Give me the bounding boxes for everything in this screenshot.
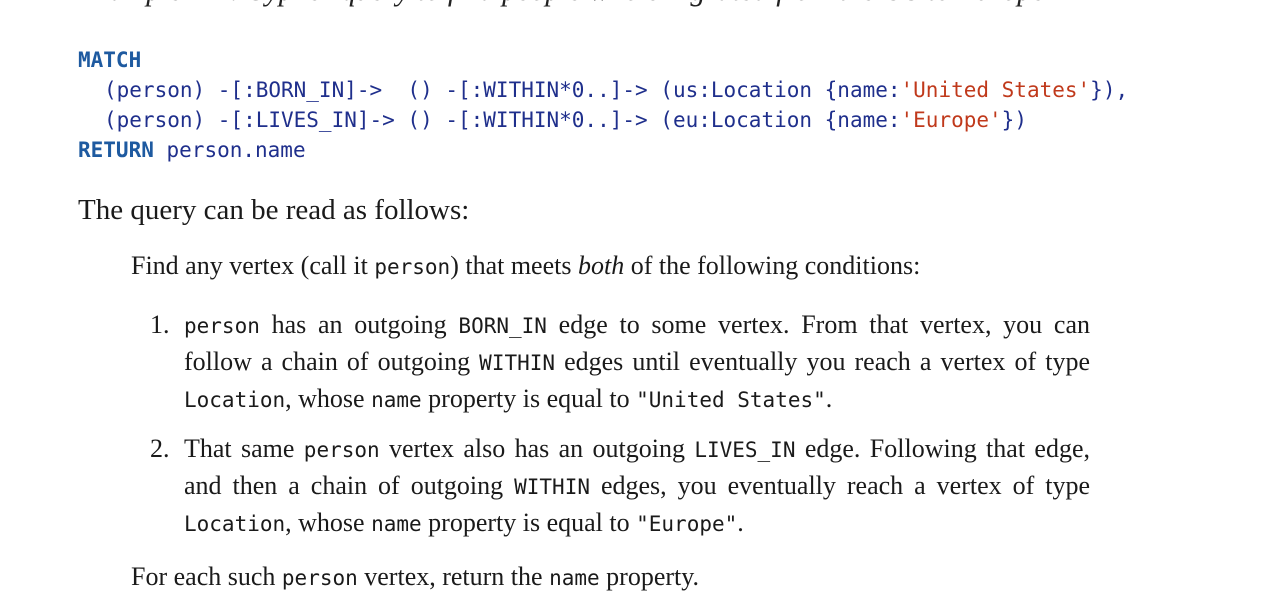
text-run: property is equal to — [421, 508, 637, 537]
list-item: 1. person has an outgoing BORN_IN edge t… — [150, 307, 1090, 418]
text-run: edges, you eventually reach a vertex of … — [589, 471, 1090, 500]
inline-code-person: person — [281, 566, 358, 590]
text-run: , whose — [285, 508, 372, 537]
inline-code-location: Location — [184, 512, 286, 536]
text-run: vertex also has an outgoing — [379, 434, 695, 463]
keyword-return: RETURN — [78, 138, 154, 162]
text-run: ) that meets — [450, 251, 578, 280]
inline-code-name: name — [371, 388, 422, 412]
intro-paragraph: The query can be read as follows: — [78, 194, 470, 226]
text-run: edges until eventually you reach a verte… — [555, 347, 1090, 376]
text-run: property. — [599, 562, 700, 591]
return-paragraph: For each such person vertex, return the … — [131, 559, 699, 596]
text-run: of the following conditions: — [624, 251, 921, 280]
list-item-text: person has an outgoing BORN_IN edge to s… — [184, 307, 1090, 418]
text-run: , whose — [285, 384, 372, 413]
inline-code-lives-in: LIVES_IN — [694, 438, 796, 462]
example-caption: Example 2-4. Cypher query to find people… — [78, 0, 1046, 8]
inline-code-location: Location — [184, 388, 286, 412]
text-run: Find any vertex (call it — [131, 251, 375, 280]
code-close-2: }) — [1001, 108, 1027, 132]
inline-code-united-states: "United States" — [636, 388, 826, 412]
inline-code-person: person — [303, 438, 380, 462]
text-run: has an outgoing — [259, 310, 459, 339]
inline-code-within: WITHIN — [514, 475, 590, 499]
code-line-lives-in: (person) -[:LIVES_IN]-> () -[:WITHIN*0..… — [78, 105, 1128, 135]
code-line-return: RETURN person.name — [78, 135, 1128, 165]
text-run: That same — [184, 434, 304, 463]
emphasis-both: both — [577, 251, 625, 280]
text-run: . — [737, 508, 744, 537]
text-run: property is equal to — [421, 384, 637, 413]
text-run: vertex, return the — [357, 562, 550, 591]
inline-code-person: person — [184, 314, 260, 338]
code-return-expr: person.name — [166, 138, 306, 162]
inline-code-born-in: BORN_IN — [458, 314, 547, 338]
code-string-united-states: 'United States' — [900, 78, 1091, 102]
list-item: 2. That same person vertex also has an o… — [150, 431, 1090, 542]
inline-code-person: person — [374, 255, 451, 279]
cypher-code-block: MATCH (person) -[:BORN_IN]-> () -[:WITHIN… — [78, 45, 1128, 165]
code-line-born-in: (person) -[:BORN_IN]-> () -[:WITHIN*0..]… — [78, 75, 1128, 105]
list-item-text: That same person vertex also has an outg… — [184, 431, 1090, 542]
code-close-1: }), — [1090, 78, 1129, 102]
condition-intro-paragraph: Find any vertex (call it person) that me… — [131, 248, 920, 285]
text-run: . — [825, 384, 833, 413]
list-number: 2. — [150, 434, 170, 463]
text-run: For each such — [131, 562, 282, 591]
keyword-match: MATCH — [78, 48, 142, 72]
code-string-europe: 'Europe' — [900, 108, 1002, 132]
inline-code-europe: "Europe" — [636, 512, 738, 536]
list-number: 1. — [150, 310, 170, 339]
code-pattern-lives-in: (person) -[:LIVES_IN]-> () -[:WITHIN*0..… — [104, 108, 901, 132]
code-line-match: MATCH — [78, 45, 1128, 75]
inline-code-name: name — [549, 566, 600, 590]
inline-code-name: name — [371, 512, 422, 536]
conditions-list: 1. person has an outgoing BORN_IN edge t… — [150, 307, 1090, 542]
code-pattern-born-in: (person) -[:BORN_IN]-> () -[:WITHIN*0..]… — [104, 78, 901, 102]
inline-code-within: WITHIN — [479, 351, 556, 375]
